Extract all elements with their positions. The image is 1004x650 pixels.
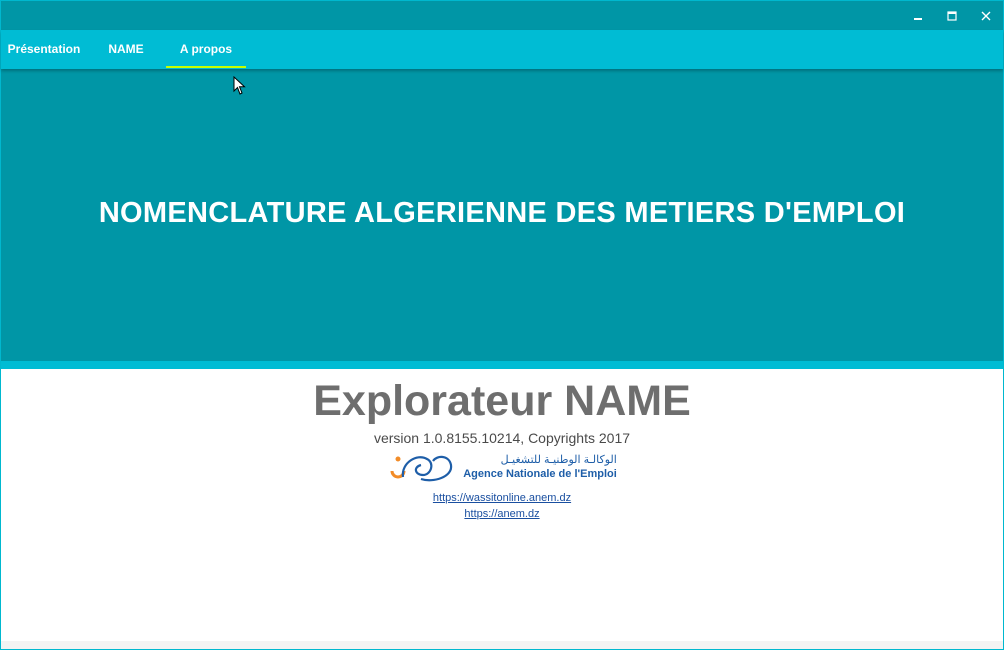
logo-latin-text: Agence Nationale de l'Emploi: [463, 467, 617, 480]
mouse-cursor-icon: [233, 76, 246, 95]
app-window: Présentation NAME A propos NOMENCLATURE …: [0, 0, 1004, 650]
tab-presentation[interactable]: Présentation: [1, 30, 87, 69]
title-bar[interactable]: [1, 1, 1003, 30]
banner-title: NOMENCLATURE ALGERIENNE DES METIERS D'EM…: [98, 196, 906, 229]
anem-logo: الوكالـة الوطنيـة للتشغيـل Agence Nation…: [387, 449, 617, 485]
logo-arabic-text: الوكالـة الوطنيـة للتشغيـل: [500, 453, 617, 466]
wassitonline-link[interactable]: https://wassitonline.anem.dz: [1, 490, 1003, 506]
tab-a-propos[interactable]: A propos: [166, 30, 246, 69]
app-name-title: Explorateur NAME: [313, 377, 691, 425]
about-section: Explorateur NAME version 1.0.8155.10214,…: [1, 369, 1003, 522]
close-icon: [981, 11, 991, 20]
window-controls: [901, 1, 1003, 30]
version-text: version 1.0.8155.10214, Copyrights 2017: [373, 430, 631, 446]
tab-name[interactable]: NAME: [95, 30, 157, 69]
bottom-edge: [1, 641, 1003, 649]
close-button[interactable]: [969, 1, 1003, 30]
banner-divider: [1, 361, 1003, 369]
logo-text: الوكالـة الوطنيـة للتشغيـل Agence Nation…: [463, 454, 617, 481]
tab-presentation-label: Présentation: [7, 42, 81, 56]
active-tab-indicator: [166, 66, 246, 68]
header-banner: NOMENCLATURE ALGERIENNE DES METIERS D'EM…: [1, 69, 1003, 361]
anem-logo-icon: [390, 455, 453, 482]
minimize-button[interactable]: [901, 1, 935, 30]
anem-link[interactable]: https://anem.dz: [1, 506, 1003, 522]
maximize-icon: [947, 10, 957, 21]
minimize-icon: [914, 17, 922, 20]
maximize-button[interactable]: [935, 1, 969, 30]
tab-a-propos-label: A propos: [179, 42, 233, 56]
tab-name-label: NAME: [108, 42, 144, 56]
tab-bar: Présentation NAME A propos: [1, 30, 1003, 69]
